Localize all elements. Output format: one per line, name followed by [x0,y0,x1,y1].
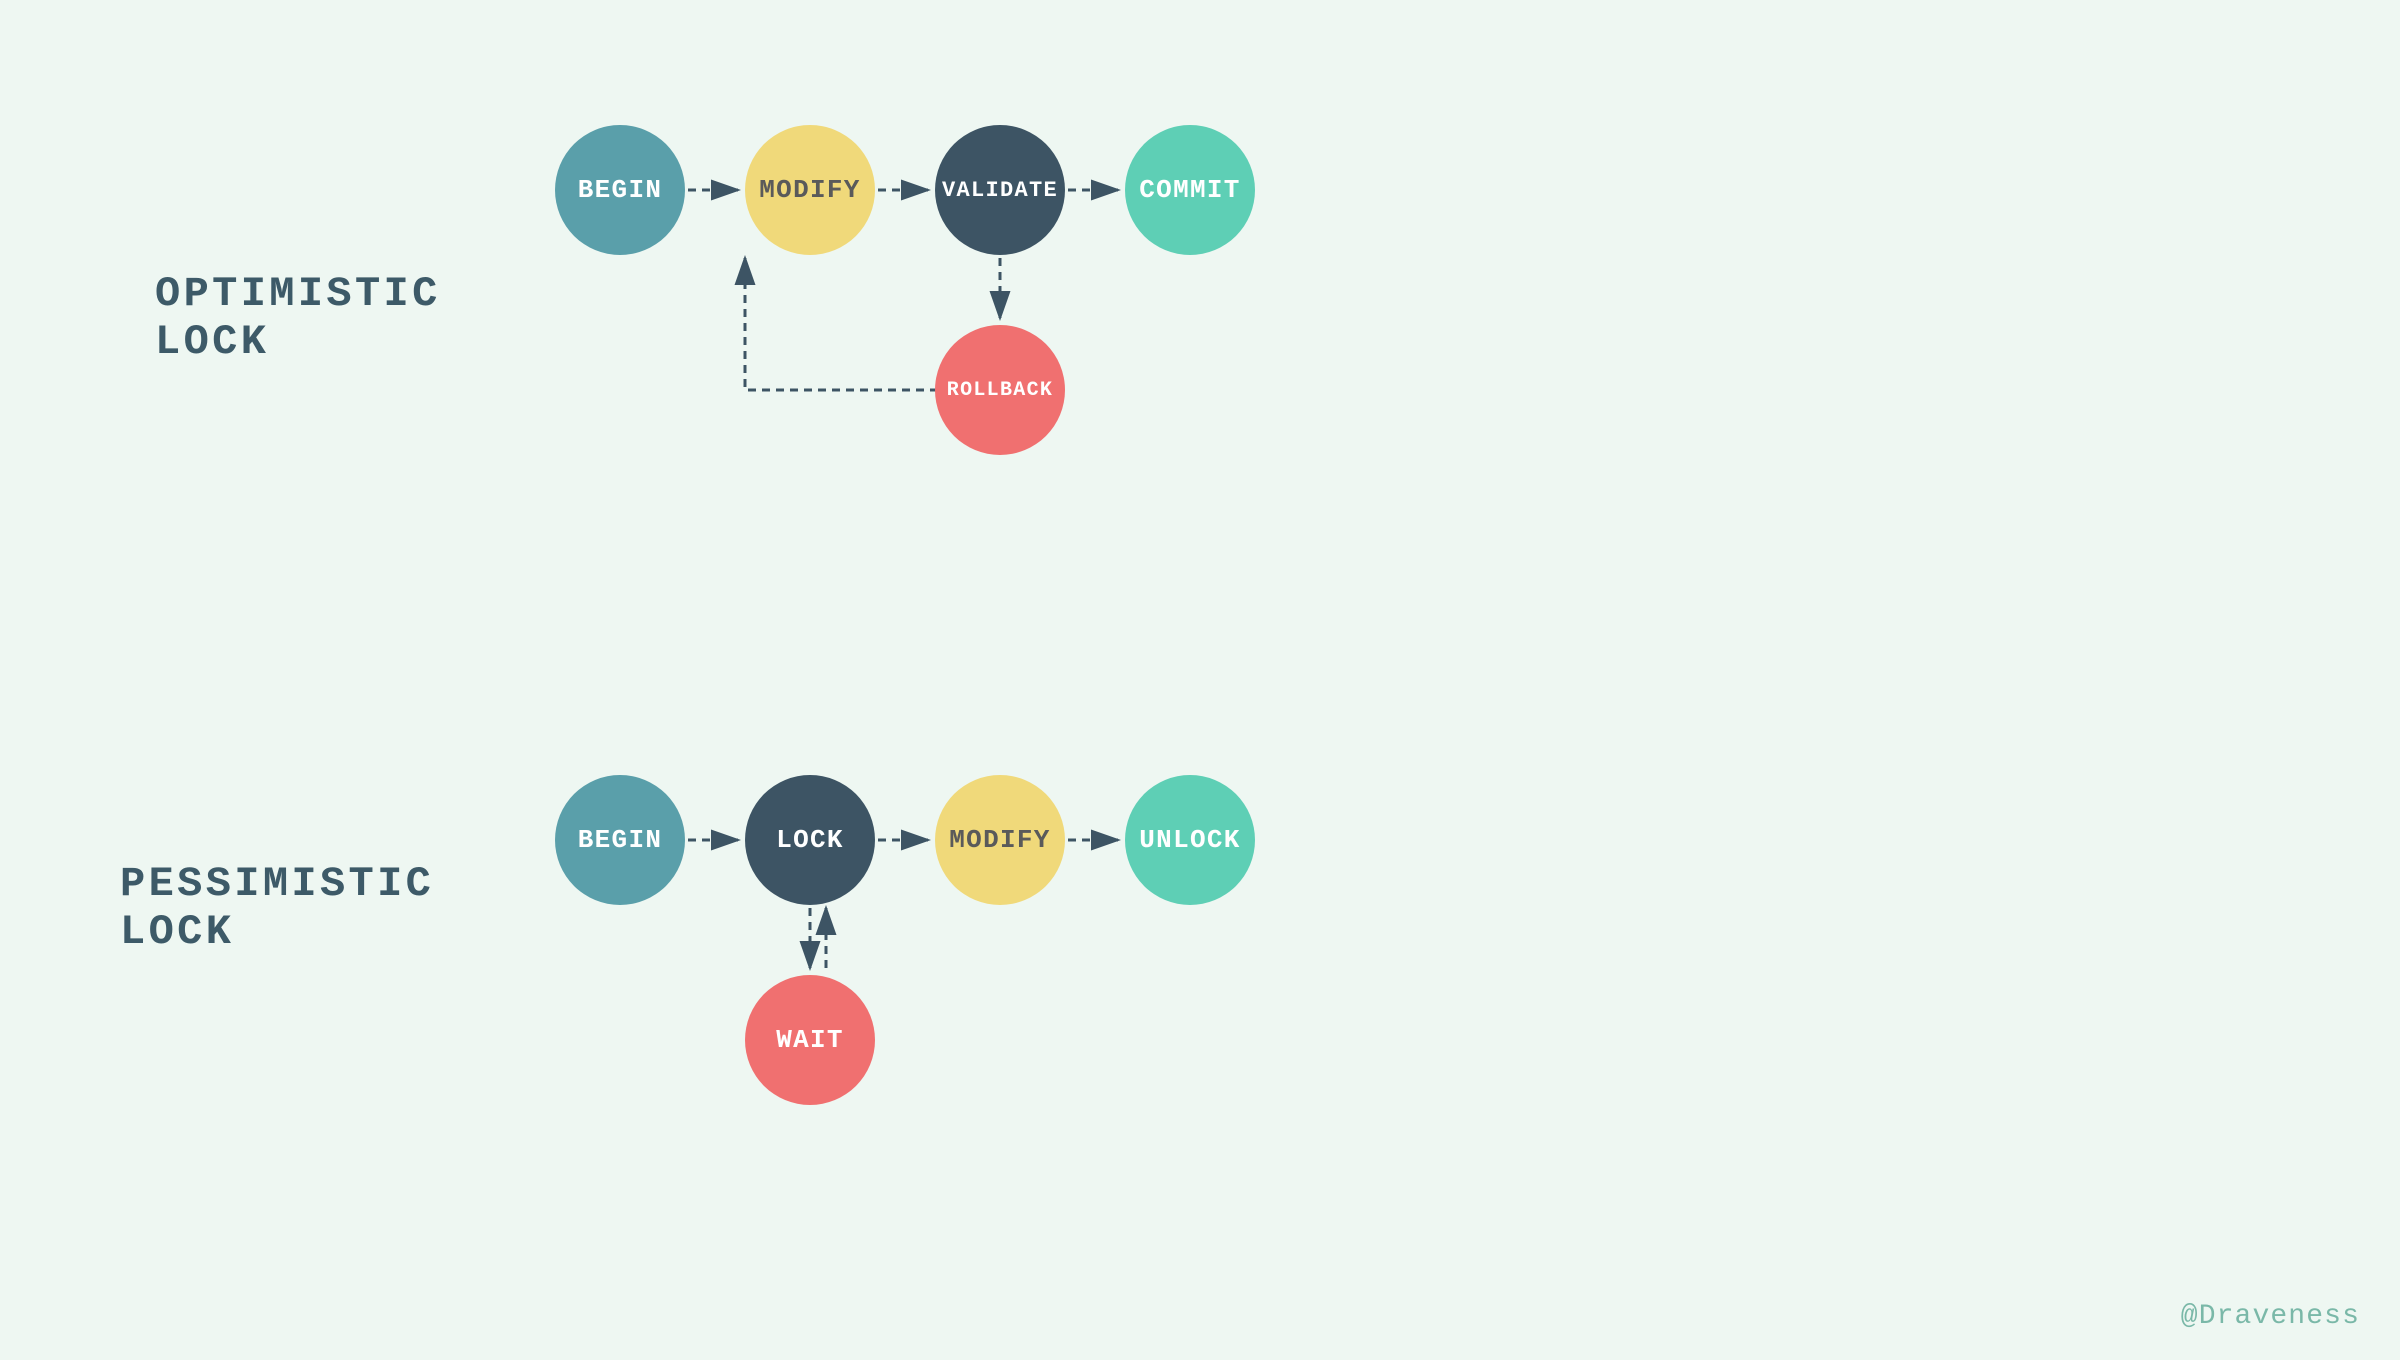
optimistic-rollback-node: ROLLBACK [935,325,1065,455]
pessimistic-lock-node: LOCK [745,775,875,905]
pessimistic-wait-node: WAIT [745,975,875,1105]
optimistic-commit-node: COMMIT [1125,125,1255,255]
optimistic-modify-node: MODIFY [745,125,875,255]
watermark: @Draveness [2181,1301,2360,1332]
pessimistic-unlock-node: UNLOCK [1125,775,1255,905]
pessimistic-modify-node: MODIFY [935,775,1065,905]
pessimistic-label: PESSIMISTIC LOCK [120,860,434,956]
optimistic-begin-node: BEGIN [555,125,685,255]
pessimistic-begin-node: BEGIN [555,775,685,905]
optimistic-validate-node: VALIDATE [935,125,1065,255]
optimistic-label: OPTIMISTIC LOCK [155,270,441,366]
